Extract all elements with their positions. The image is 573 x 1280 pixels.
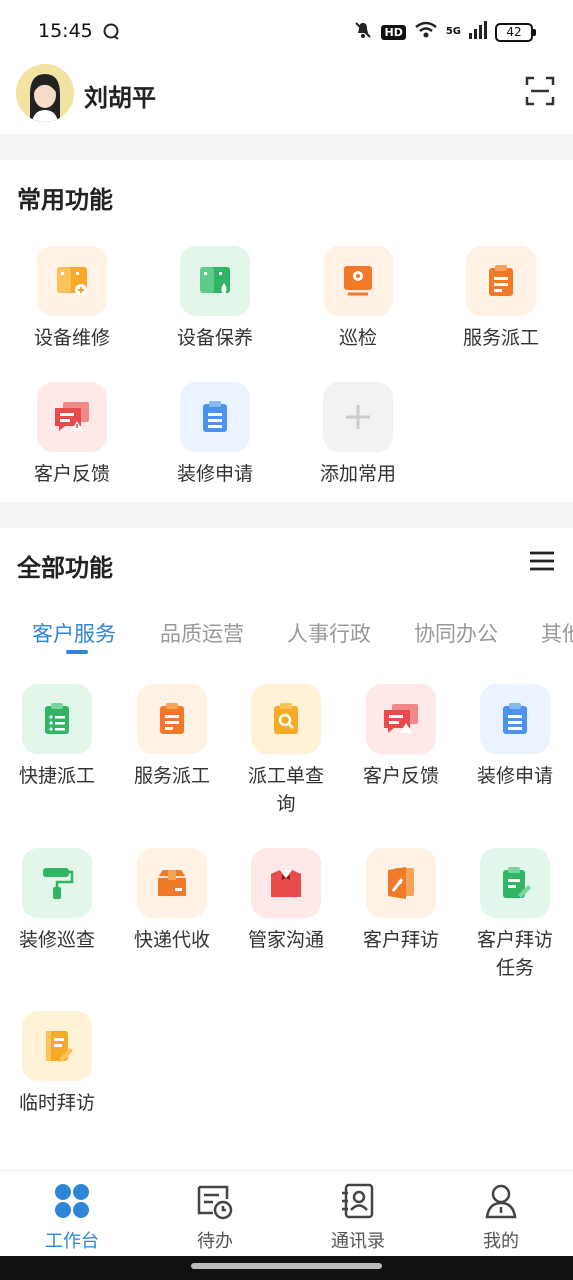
dispatch-query-icon	[251, 684, 321, 754]
common-item-label: 设备保养	[176, 327, 253, 349]
gesture-bar	[0, 1256, 573, 1280]
status-bar: 15:45 HD 5G 42	[0, 0, 573, 62]
func-label: 快捷派工	[18, 765, 95, 787]
user-header: 刘胡平	[0, 62, 573, 134]
func-visit-task[interactable]: 客户拜访 任务	[458, 848, 572, 982]
status-icons: HD 5G 42	[353, 20, 536, 44]
common-item-label: 客户反馈	[33, 463, 110, 485]
tab-hr-admin[interactable]: 人事行政	[287, 618, 371, 648]
nav-label: 通讯录	[331, 1231, 385, 1252]
func-customer-visit[interactable]: 客户拜访	[344, 848, 458, 954]
scan-icon[interactable]	[525, 76, 555, 106]
common-device-repair[interactable]: 设备维修	[2, 246, 142, 352]
customer-feedback-icon	[366, 684, 436, 754]
func-butler-communication[interactable]: 管家沟通	[229, 848, 343, 954]
battery-indicator: 42	[495, 22, 536, 42]
status-time: 15:45	[38, 20, 93, 42]
common-item-label: 添加常用	[319, 463, 396, 485]
func-label-line2: 任务	[495, 957, 534, 979]
bottom-navigation: 工作台 待办 通讯录 我的	[0, 1170, 573, 1256]
renovation-apply-icon	[180, 382, 250, 452]
common-item-label: 设备维修	[33, 327, 110, 349]
func-label-line1: 客户拜访	[476, 929, 553, 951]
func-quick-dispatch[interactable]: 快捷派工	[0, 684, 114, 790]
nav-contacts[interactable]: 通讯录	[308, 1181, 408, 1253]
func-renovation-apply[interactable]: 装修申请	[458, 684, 572, 790]
common-device-maintenance[interactable]: 设备保养	[145, 246, 285, 352]
renovation-apply-icon	[480, 684, 550, 754]
avatar[interactable]	[16, 64, 74, 122]
func-temp-visit[interactable]: 临时拜访	[0, 1011, 114, 1117]
func-dispatch-query[interactable]: 派工单查询	[229, 684, 343, 818]
visit-task-icon	[480, 848, 550, 918]
func-label-line1: 派工单查	[247, 765, 324, 787]
quick-dispatch-icon	[22, 684, 92, 754]
common-service-dispatch[interactable]: 服务派工	[431, 246, 571, 352]
butler-icon	[251, 848, 321, 918]
todo-icon	[195, 1181, 235, 1221]
parcel-icon	[137, 848, 207, 918]
nav-label: 待办	[197, 1231, 233, 1252]
common-item-label: 巡检	[338, 327, 377, 349]
home-indicator[interactable]	[191, 1263, 382, 1269]
func-label: 临时拜访	[18, 1092, 95, 1114]
paint-roller-icon	[22, 848, 92, 918]
func-label: 客户反馈	[362, 765, 439, 787]
nav-label: 工作台	[45, 1231, 99, 1252]
active-tab-indicator	[66, 650, 88, 654]
username: 刘胡平	[84, 84, 156, 112]
customer-feedback-icon	[37, 382, 107, 452]
signal-icon	[469, 21, 487, 43]
nav-profile[interactable]: 我的	[451, 1181, 551, 1253]
common-functions-section: 常用功能 设备维修 设备保养 巡检 服务派工 客户反馈 装修申请 添加常用	[0, 160, 573, 502]
tab-other[interactable]: 其他	[541, 618, 573, 648]
common-add-button[interactable]: 添加常用	[288, 382, 428, 488]
service-dispatch-icon	[137, 684, 207, 754]
add-icon	[323, 382, 393, 452]
common-functions-title: 常用功能	[17, 186, 113, 214]
tab-collab-office[interactable]: 协同办公	[414, 618, 498, 648]
common-customer-feedback[interactable]: 客户反馈	[2, 382, 142, 488]
func-label: 装修申请	[476, 765, 553, 787]
func-label: 客户拜访 任务	[458, 926, 572, 982]
func-renovation-patrol[interactable]: 装修巡查	[0, 848, 114, 954]
tab-customer-service[interactable]: 客户服务	[32, 618, 116, 648]
tab-quality-ops[interactable]: 品质运营	[160, 618, 244, 648]
workbench-icon	[52, 1181, 92, 1221]
func-label: 派工单查询	[229, 762, 343, 818]
temp-visit-icon	[22, 1011, 92, 1081]
func-label: 装修巡查	[18, 929, 95, 951]
device-repair-icon	[37, 246, 107, 316]
nav-todo[interactable]: 待办	[165, 1181, 265, 1253]
contacts-icon	[338, 1181, 378, 1221]
mute-icon	[353, 20, 373, 44]
common-item-label: 服务派工	[462, 327, 539, 349]
common-item-label: 装修申请	[176, 463, 253, 485]
chat-notification-icon	[102, 22, 122, 46]
func-label-line2: 询	[276, 793, 296, 815]
menu-icon[interactable]	[529, 550, 555, 572]
wifi-icon	[414, 21, 438, 43]
func-service-dispatch[interactable]: 服务派工	[115, 684, 229, 790]
common-inspection[interactable]: 巡检	[288, 246, 428, 352]
func-label: 快递代收	[133, 929, 210, 951]
service-dispatch-icon	[466, 246, 536, 316]
func-label: 客户拜访	[362, 929, 439, 951]
nav-workbench[interactable]: 工作台	[22, 1181, 122, 1253]
visit-icon	[366, 848, 436, 918]
profile-icon	[481, 1181, 521, 1221]
inspection-icon	[323, 246, 393, 316]
network-type: 5G	[445, 26, 461, 37]
nav-label: 我的	[483, 1231, 519, 1252]
common-renovation-apply[interactable]: 装修申请	[145, 382, 285, 488]
func-parcel-receive[interactable]: 快递代收	[115, 848, 229, 954]
device-maintenance-icon	[180, 246, 250, 316]
func-customer-feedback[interactable]: 客户反馈	[344, 684, 458, 790]
hd-badge: HD	[381, 24, 406, 40]
func-label: 服务派工	[133, 765, 210, 787]
func-label: 管家沟通	[247, 929, 324, 951]
all-functions-section: 全部功能 客户服务 品质运营 人事行政 协同办公 其他 快捷派工 服务派工 派工…	[0, 528, 573, 1170]
all-functions-title: 全部功能	[17, 554, 113, 582]
